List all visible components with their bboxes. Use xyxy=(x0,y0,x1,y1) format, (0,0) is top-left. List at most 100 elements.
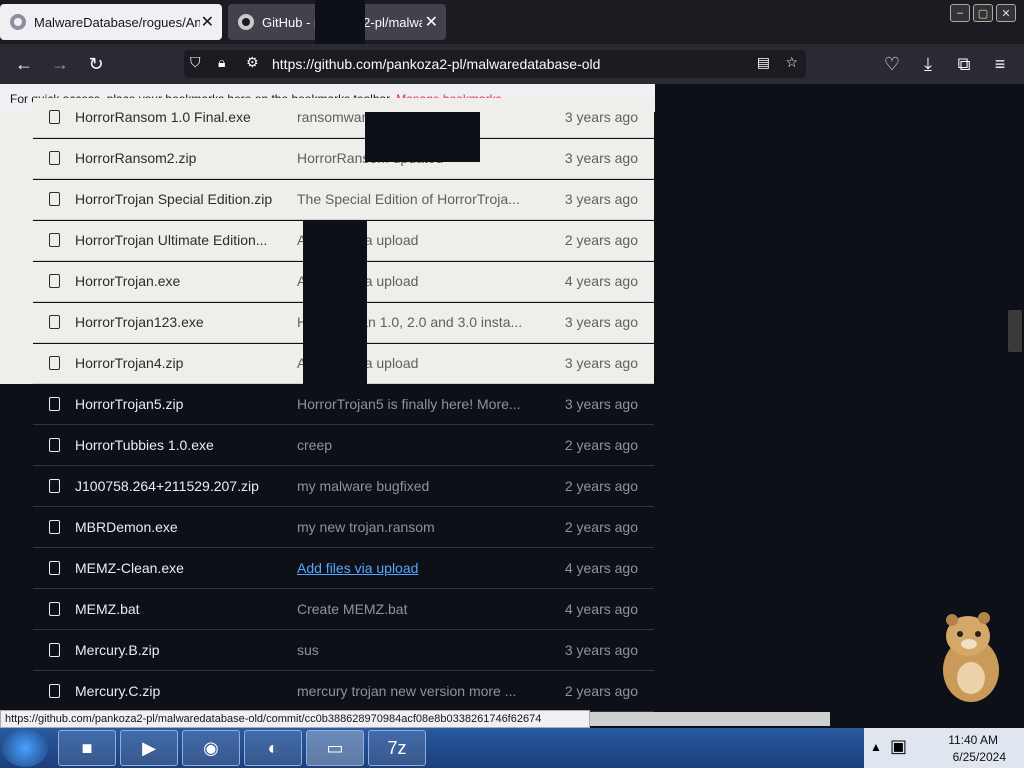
hamster-mascot-image xyxy=(943,612,999,702)
file-icon xyxy=(49,520,60,534)
file-row[interactable]: HorrorTrojan5.zip HorrorTrojan5 is finall… xyxy=(33,385,654,425)
file-icon xyxy=(49,561,60,575)
file-row[interactable]: MBRDemon.exe my new trojan.ransom 2 years … xyxy=(33,508,654,548)
taskbar-app-terminal[interactable]: ■ xyxy=(58,730,116,766)
file-name-link[interactable]: HorrorTrojan5.zip xyxy=(75,396,183,412)
close-tab-icon[interactable]: ✕ xyxy=(201,12,214,32)
commit-age: 3 years ago xyxy=(564,109,638,125)
file-icon xyxy=(49,479,60,493)
file-icon xyxy=(49,192,60,206)
commit-message-link[interactable]: my malware bugfixed xyxy=(297,478,429,494)
commit-message-link[interactable]: Add files via upload xyxy=(297,560,418,576)
file-row[interactable]: MEMZ-Clean.exe Add files via upload 4 year… xyxy=(33,549,654,589)
hamburger-menu-icon[interactable]: ≡ xyxy=(988,52,1012,76)
file-name-link[interactable]: Mercury.C.zip xyxy=(75,683,160,699)
commit-message-link[interactable]: HorrorTrojan5 is finally here! More... xyxy=(297,396,521,412)
commit-age: 4 years ago xyxy=(564,273,638,289)
file-icon xyxy=(49,233,60,247)
file-name-link[interactable]: J100758.264+211529.207.zip xyxy=(75,478,259,494)
commit-age: 3 years ago xyxy=(564,642,638,658)
glitch-block xyxy=(315,0,365,44)
file-name-link[interactable]: MEMZ.bat xyxy=(75,601,140,617)
scrollbar-thumb[interactable] xyxy=(1008,310,1022,352)
file-name-link[interactable]: HorrorRansom 1.0 Final.exe xyxy=(75,109,251,125)
reload-icon[interactable]: ↻ xyxy=(84,52,108,76)
file-icon xyxy=(49,684,60,698)
file-name-link[interactable]: HorrorTrojan.exe xyxy=(75,273,180,289)
reader-view-icon[interactable]: ▤ xyxy=(757,54,770,71)
pocket-icon[interactable]: ♡ xyxy=(880,52,904,76)
file-icon xyxy=(49,151,60,165)
url-bar[interactable]: ⛉ 🔒︎ ⚙ https://github.com/pankoza2-pl/ma… xyxy=(184,50,806,78)
minimize-icon[interactable]: – xyxy=(950,4,970,22)
file-name-link[interactable]: HorrorTrojan Ultimate Edition... xyxy=(75,232,267,248)
close-window-icon[interactable]: ✕ xyxy=(996,4,1016,22)
taskbar-app-active-window[interactable]: ▭ xyxy=(306,730,364,766)
file-name-link[interactable]: HorrorTrojan Special Edition.zip xyxy=(75,191,272,207)
file-row[interactable]: MEMZ.bat Create MEMZ.bat 4 years ago xyxy=(33,590,654,630)
file-row[interactable]: HorrorRansom 1.0 Final.exeransomware des… xyxy=(33,98,654,138)
file-icon xyxy=(49,643,60,657)
commit-message-link[interactable]: sus xyxy=(297,642,319,658)
glitch-block xyxy=(365,112,480,162)
file-name-link[interactable]: HorrorRansom2.zip xyxy=(75,150,196,166)
clock-time[interactable]: 11:40 AM xyxy=(948,733,998,747)
link-status-bar: https://github.com/pankoza2-pl/malwareda… xyxy=(0,710,590,728)
file-name-link[interactable]: HorrorTrojan4.zip xyxy=(75,355,183,371)
shield-icon[interactable]: ⛉ xyxy=(190,54,201,71)
file-row[interactable]: HorrorRansom2.zipHorrorRansom updated3 y… xyxy=(33,139,654,179)
url-text[interactable]: https://github.com/pankoza2-pl/malwareda… xyxy=(272,56,600,72)
file-icon xyxy=(49,438,60,452)
file-name-link[interactable]: MEMZ-Clean.exe xyxy=(75,560,184,576)
vertical-scrollbar[interactable] xyxy=(1006,112,1024,712)
permissions-icon[interactable]: ⚙ xyxy=(246,54,259,71)
file-name-link[interactable]: MBRDemon.exe xyxy=(75,519,178,535)
download-icon[interactable]: ⤓ xyxy=(916,52,940,76)
horizontal-scrollbar[interactable] xyxy=(590,712,830,726)
close-tab-icon[interactable]: ✕ xyxy=(425,12,438,32)
clock-date[interactable]: 6/25/2024 xyxy=(953,750,1006,764)
commit-message-link[interactable]: mercury trojan new version more ... xyxy=(297,683,516,699)
commit-age: 2 years ago xyxy=(564,519,638,535)
extensions-icon[interactable]: ⧉ xyxy=(952,52,976,76)
maximize-icon[interactable]: ▢ xyxy=(973,4,993,22)
commit-age: 3 years ago xyxy=(564,355,638,371)
commit-message-link[interactable]: creep xyxy=(297,437,332,453)
taskbar-app-7zip[interactable]: 7z xyxy=(368,730,426,766)
file-row[interactable]: Mercury.C.zip mercury trojan new version … xyxy=(33,672,654,712)
taskbar-app-firefox[interactable]: ◐ xyxy=(244,730,302,766)
forward-arrow-icon[interactable]: → xyxy=(48,52,72,76)
navigation-toolbar: ← → ↻ ⛉ 🔒︎ ⚙ https://github.com/pankoza2… xyxy=(0,44,1024,84)
commit-age: 3 years ago xyxy=(564,314,638,330)
commit-message-link[interactable]: my new trojan.ransom xyxy=(297,519,435,535)
file-row[interactable]: J100758.264+211529.207.zip my malware bug… xyxy=(33,467,654,507)
back-arrow-icon[interactable]: ← xyxy=(12,52,36,76)
file-name-link[interactable]: Mercury.B.zip xyxy=(75,642,160,658)
commit-message-link[interactable]: Create MEMZ.bat xyxy=(297,601,407,617)
file-name-link[interactable]: HorrorTrojan123.exe xyxy=(75,314,204,330)
commit-age: 2 years ago xyxy=(564,232,638,248)
window-controls: – ▢ ✕ xyxy=(950,4,1016,22)
commit-age: 2 years ago xyxy=(564,683,638,699)
commit-age: 4 years ago xyxy=(564,560,638,576)
glitch-block xyxy=(303,220,367,384)
commit-age: 3 years ago xyxy=(564,396,638,412)
taskbar-app-media-player[interactable]: ▶ xyxy=(120,730,178,766)
lock-icon[interactable]: 🔒︎ xyxy=(218,54,225,71)
start-button[interactable] xyxy=(2,729,48,767)
taskbar-app-globe[interactable]: ◉ xyxy=(182,730,240,766)
file-row[interactable]: Mercury.B.zip sus 3 years ago xyxy=(33,631,654,671)
glitch-block xyxy=(0,112,33,384)
file-row[interactable]: HorrorTrojan Special Edition.zip The Spec… xyxy=(33,180,654,220)
file-name-link[interactable]: HorrorTubbies 1.0.exe xyxy=(75,437,214,453)
star-icon[interactable]: ☆ xyxy=(785,54,798,71)
tray-expand-icon[interactable]: ▲ xyxy=(870,740,882,754)
commit-age: 3 years ago xyxy=(564,191,638,207)
tab-malwaredatabase-rogues[interactable]: MalwareDatabase/rogues/Anti ✕ xyxy=(0,4,222,40)
file-icon xyxy=(49,356,60,370)
commit-message-link[interactable]: The Special Edition of HorrorTroja... xyxy=(297,191,520,207)
tray-app-icon[interactable]: ▣ xyxy=(890,736,907,757)
file-row[interactable]: HorrorTubbies 1.0.exe creep 2 years ago xyxy=(33,426,654,466)
commit-age: 3 years ago xyxy=(564,150,638,166)
tab-title: MalwareDatabase/rogues/Anti xyxy=(34,14,200,30)
